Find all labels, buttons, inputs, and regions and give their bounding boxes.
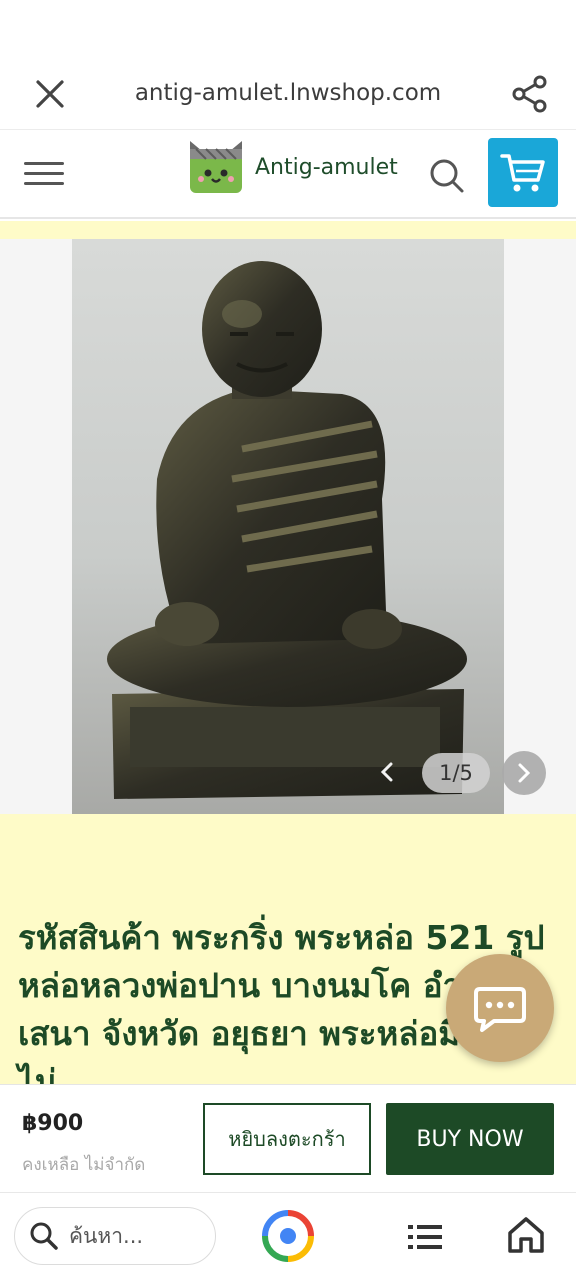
search-input[interactable]: ค้นหา...: [14, 1207, 216, 1265]
add-to-cart-button[interactable]: หยิบลงตะกร้า: [203, 1103, 371, 1175]
chat-button[interactable]: [446, 954, 554, 1062]
product-photo[interactable]: [72, 239, 504, 814]
image-counter: 1/5: [422, 753, 490, 793]
search-icon[interactable]: [424, 153, 470, 199]
chevron-right-icon[interactable]: [502, 751, 546, 795]
site-header: Antig-amulet: [0, 131, 576, 219]
browser-url[interactable]: antig-amulet.lnwshop.com: [100, 80, 476, 106]
purchase-bar: ฿900 คงเหลือ ไม่จำกัด หยิบลงตะกร้า BUY N…: [0, 1084, 576, 1192]
home-icon[interactable]: [506, 1215, 546, 1255]
cart-button[interactable]: [488, 138, 558, 207]
search-icon: [30, 1222, 58, 1250]
chevron-left-icon[interactable]: [372, 757, 402, 787]
product-gallery[interactable]: 1/5: [0, 239, 576, 814]
lens-icon[interactable]: [261, 1209, 315, 1263]
cart-icon: [500, 153, 545, 191]
yellow-strip: [0, 221, 576, 239]
chat-icon: [474, 987, 526, 1032]
stock-status: คงเหลือ ไม่จำกัด: [22, 1155, 146, 1175]
brand-name[interactable]: Antig-amulet: [255, 155, 398, 180]
share-icon[interactable]: [506, 70, 554, 118]
price: ฿900: [22, 1111, 84, 1136]
page: antig-amulet.lnwshop.com Antig-amulet 1/…: [0, 0, 576, 1280]
brand-logo[interactable]: [186, 137, 246, 197]
search-placeholder: ค้นหา...: [69, 1223, 144, 1248]
browser-bar: antig-amulet.lnwshop.com: [0, 0, 576, 130]
close-icon[interactable]: [28, 72, 72, 116]
bottom-nav: ค้นหา...: [0, 1192, 576, 1280]
buy-now-button[interactable]: BUY NOW: [386, 1103, 554, 1175]
menu-icon[interactable]: [24, 149, 72, 197]
tabs-icon[interactable]: [404, 1217, 446, 1257]
